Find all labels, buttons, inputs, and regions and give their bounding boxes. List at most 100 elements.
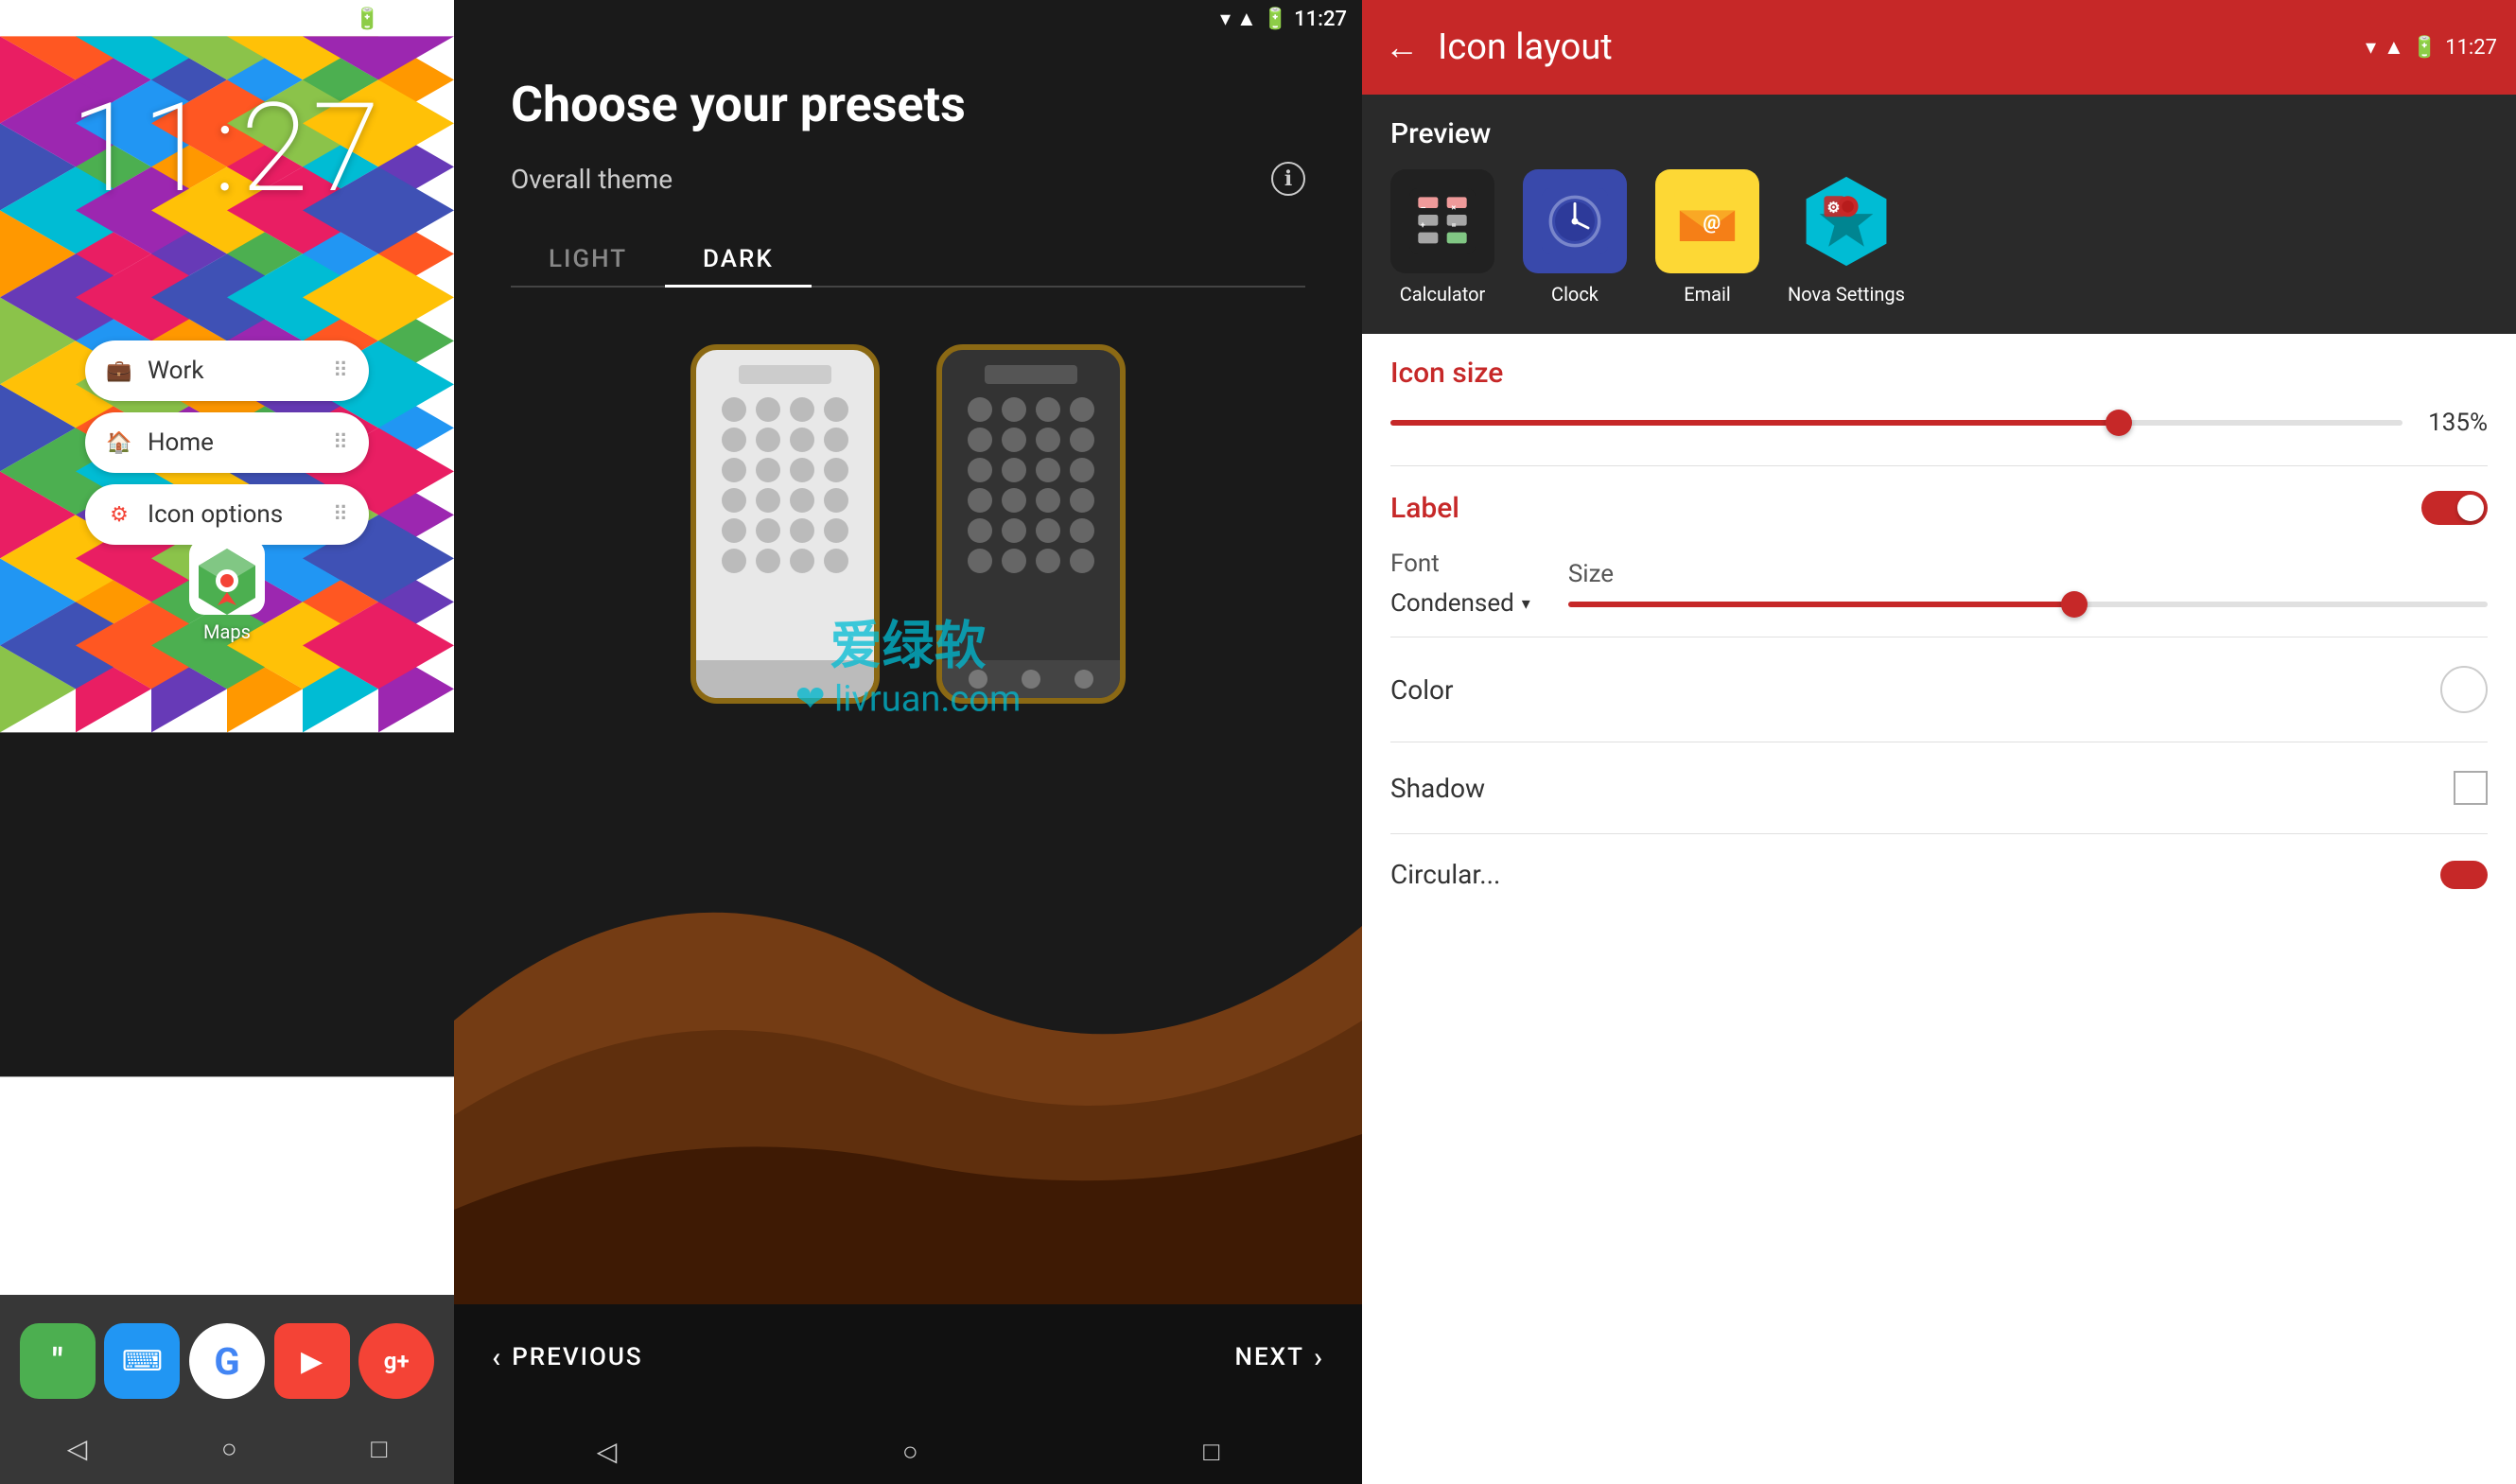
divider-4 bbox=[1390, 833, 2488, 834]
signal-icon-2: ▲ bbox=[1236, 7, 1257, 31]
preview-nova-settings: ⚙ Nova Settings bbox=[1788, 169, 1905, 306]
info-icon[interactable]: ℹ bbox=[1271, 162, 1305, 196]
bottom-nav-2: ‹ PREVIOUS NEXT › ◁ ○ □ bbox=[454, 1295, 1362, 1484]
recents-nav-icon-2[interactable]: □ bbox=[1203, 1436, 1219, 1467]
bg-curves bbox=[454, 737, 1362, 1304]
prev-label: PREVIOUS bbox=[512, 1343, 642, 1371]
battery-icon-2: 🔋 bbox=[1263, 8, 1288, 31]
label-toggle-row: Label bbox=[1390, 476, 2488, 540]
label-title: Label bbox=[1390, 492, 1459, 525]
status-time-2: 11:27 bbox=[1294, 8, 1347, 31]
font-col-header: Font bbox=[1390, 550, 1530, 578]
folder-left: 💼 Work bbox=[104, 356, 204, 386]
icon-size-slider[interactable] bbox=[1390, 420, 2402, 426]
circular-label: Circular... bbox=[1390, 859, 1500, 890]
email-icon-box: @ bbox=[1655, 169, 1759, 273]
tab-light[interactable]: LIGHT bbox=[511, 234, 665, 286]
next-chevron-icon: › bbox=[1314, 1341, 1324, 1374]
font-size-row: Font Condensed ▾ Size bbox=[1390, 540, 2488, 627]
back-nav-icon[interactable]: ◁ bbox=[67, 1433, 88, 1464]
svg-text:–: – bbox=[1421, 202, 1426, 213]
hangouts-icon[interactable]: " bbox=[20, 1323, 96, 1399]
folder-left-options: ⚙ Icon options bbox=[104, 499, 283, 530]
folder-work[interactable]: 💼 Work ⠿ bbox=[85, 340, 369, 401]
back-nav-icon-2[interactable]: ◁ bbox=[597, 1436, 618, 1467]
presets-title: Choose your presets bbox=[511, 76, 1305, 133]
theme-tabs: LIGHT DARK bbox=[511, 234, 1305, 288]
preview-email: @ Email bbox=[1655, 169, 1759, 306]
icon-size-value: 135% bbox=[2421, 409, 2488, 437]
wifi-icon-3: ▾ bbox=[2366, 36, 2376, 60]
next-button[interactable]: NEXT › bbox=[1235, 1341, 1324, 1374]
nova-settings-icon-box: ⚙ bbox=[1794, 169, 1898, 273]
size-col-header: Size bbox=[1568, 560, 1614, 588]
phone-light bbox=[690, 344, 880, 704]
settings-body: Icon size 135% Label Font Condensed ▾ bbox=[1362, 334, 2516, 1484]
signal-icon: ▲ bbox=[328, 7, 349, 31]
circular-toggle[interactable] bbox=[2440, 861, 2488, 889]
keyboard-icon[interactable]: ⌨ bbox=[104, 1323, 180, 1399]
svg-text:+: + bbox=[1421, 220, 1425, 231]
preview-calculator: – × + = Calculator bbox=[1390, 169, 1494, 306]
wifi-icon: ▾ bbox=[312, 8, 323, 31]
icon-options-label: Icon options bbox=[148, 500, 283, 529]
home-label: Home bbox=[148, 428, 214, 457]
work-icon: 💼 bbox=[104, 356, 134, 386]
phone-dark-screen bbox=[942, 350, 1120, 698]
calculator-icon-box: – × + = bbox=[1390, 169, 1494, 273]
folder-icon-options[interactable]: ⚙ Icon options ⠿ bbox=[85, 484, 369, 545]
maps-label: Maps bbox=[203, 620, 251, 643]
status-icons-2: ▾ ▲ 🔋 11:27 bbox=[1220, 7, 1347, 31]
condensed-label: Condensed bbox=[1390, 589, 1514, 618]
svg-text:×: × bbox=[1451, 202, 1456, 213]
back-button[interactable]: ← bbox=[1385, 27, 1419, 67]
clock-label: Clock bbox=[1551, 283, 1599, 306]
overall-theme-row: Overall theme ℹ bbox=[511, 162, 1305, 196]
tab-dark[interactable]: DARK bbox=[665, 234, 812, 288]
preview-label: Preview bbox=[1390, 117, 2488, 150]
work-label: Work bbox=[148, 357, 204, 385]
size-slider-col: Size bbox=[1568, 560, 2488, 607]
recents-nav-icon[interactable]: □ bbox=[371, 1433, 387, 1464]
status-icons: ▾ ▲ 🔋 11:27 bbox=[312, 7, 439, 31]
phones-area bbox=[511, 344, 1305, 704]
phone-dark bbox=[936, 344, 1126, 704]
calculator-label: Calculator bbox=[1400, 283, 1486, 306]
time-3: 11:27 bbox=[2445, 36, 2497, 60]
font-label-col: Font Condensed ▾ bbox=[1390, 550, 1530, 618]
folder-left-home: 🏠 Home bbox=[104, 428, 214, 458]
label-toggle[interactable] bbox=[2421, 491, 2488, 525]
status-bar: ▾ ▲ 🔋 11:27 bbox=[0, 0, 454, 38]
google-icon[interactable]: G bbox=[189, 1323, 265, 1399]
gplus-icon[interactable]: g+ bbox=[358, 1323, 434, 1399]
drag-handle-options: ⠿ bbox=[333, 503, 350, 527]
clock-icon-box bbox=[1523, 169, 1627, 273]
status-bar-2: ▾ ▲ 🔋 11:27 bbox=[454, 0, 1362, 38]
wifi-icon-2: ▾ bbox=[1220, 8, 1231, 31]
dock-row: " ⌨ G ▶ g+ bbox=[0, 1295, 454, 1418]
shadow-row: Shadow bbox=[1390, 752, 2488, 824]
icon-size-slider-row: 135% bbox=[1390, 399, 2488, 456]
home-nav-icon-2[interactable]: ○ bbox=[902, 1436, 918, 1467]
color-row: Color bbox=[1390, 647, 2488, 732]
shadow-checkbox[interactable] bbox=[2454, 771, 2488, 805]
font-size-slider[interactable] bbox=[1568, 602, 2488, 607]
drag-handle-work: ⠿ bbox=[333, 359, 350, 383]
svg-text:@: @ bbox=[1703, 212, 1721, 235]
battery-icon: 🔋 bbox=[355, 8, 380, 31]
youtube-icon[interactable]: ▶ bbox=[274, 1323, 350, 1399]
color-circle[interactable] bbox=[2440, 666, 2488, 713]
folder-home[interactable]: 🏠 Home ⠿ bbox=[85, 412, 369, 473]
panel3-icon-layout: ← Icon layout ▾ ▲ 🔋 11:27 Preview bbox=[1362, 0, 2516, 1484]
font-condensed-row[interactable]: Condensed ▾ bbox=[1390, 589, 1530, 618]
extra-row: Circular... bbox=[1390, 844, 2488, 905]
drag-handle-home: ⠿ bbox=[333, 431, 350, 455]
preview-section: Preview – × + = bbox=[1362, 95, 2516, 334]
nav-bar-2: ◁ ○ □ bbox=[454, 1418, 1362, 1484]
maps-icon-area[interactable]: Maps bbox=[189, 539, 265, 643]
prev-chevron-icon: ‹ bbox=[492, 1341, 502, 1374]
home-nav-icon[interactable]: ○ bbox=[221, 1433, 237, 1464]
preview-icons-row: – × + = Calculator bbox=[1390, 169, 2488, 306]
previous-button[interactable]: ‹ PREVIOUS bbox=[492, 1341, 643, 1374]
status-time: 11:27 bbox=[386, 8, 439, 31]
